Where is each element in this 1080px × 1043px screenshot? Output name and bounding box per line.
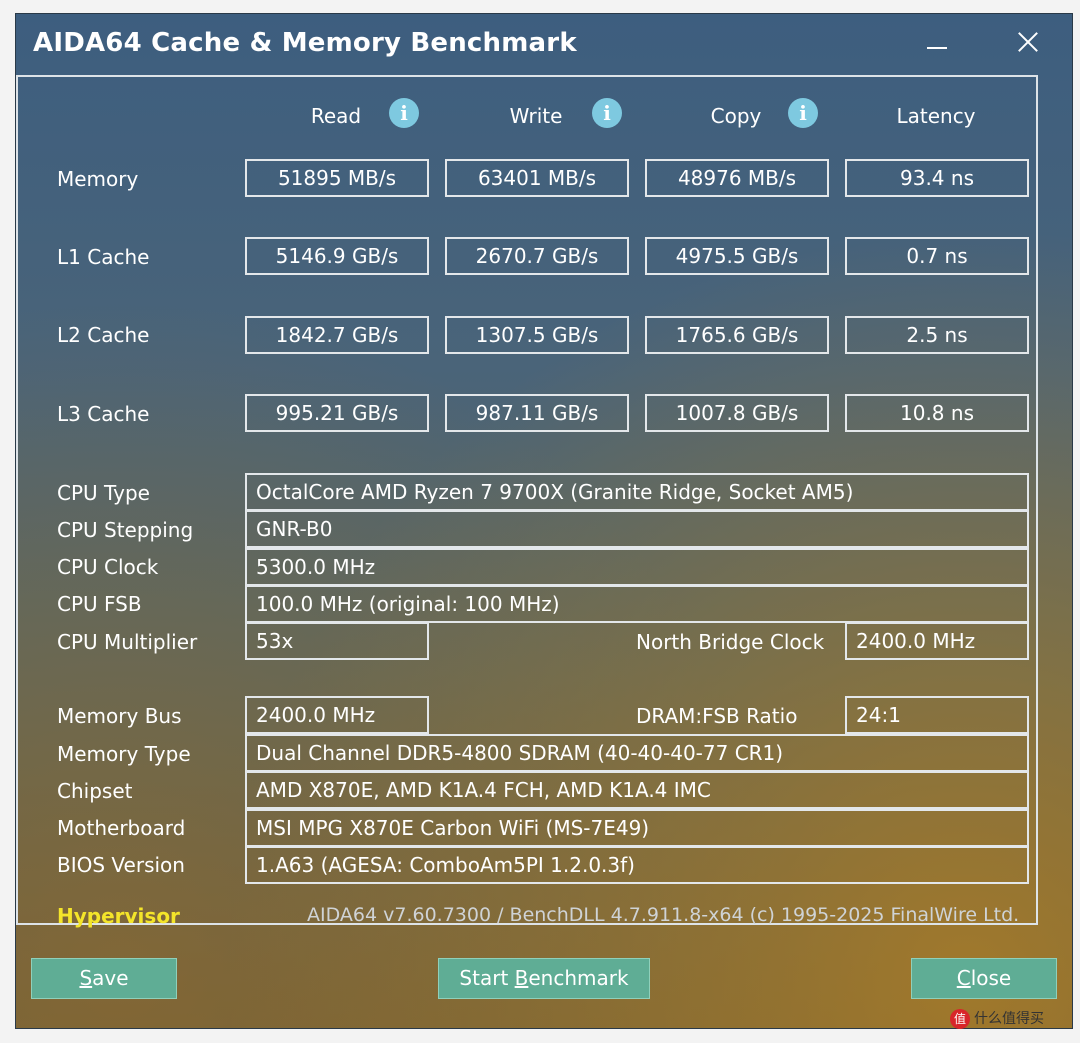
l2-copy-value: 1765.6 GB/s [645,316,829,354]
info-icon[interactable]: i [592,98,622,128]
memory-bus-value: 2400.0 MHz [245,696,429,734]
memory-copy-value: 48976 MB/s [645,159,829,197]
l1-latency-value: 0.7 ns [845,237,1029,275]
memory-latency-value: 93.4 ns [845,159,1029,197]
dram-fsb-ratio-label: DRAM:FSB Ratio [636,704,798,728]
close-hotkey: C [956,966,971,990]
chipset-label: Chipset [57,779,133,803]
row-label-l3-cache: L3 Cache [57,402,150,426]
watermark: 值什么值得买 [950,1008,1044,1029]
memory-write-value: 63401 MB/s [445,159,629,197]
close-button[interactable]: Close [911,958,1057,999]
memory-read-value: 51895 MB/s [245,159,429,197]
l1-read-value: 5146.9 GB/s [245,237,429,275]
cpu-fsb-value: 100.0 MHz (original: 100 MHz) [245,585,1029,623]
start-label-prefix: Start [459,966,515,990]
cpu-fsb-label: CPU FSB [57,592,142,616]
bios-version-label: BIOS Version [57,853,185,877]
row-label-memory: Memory [57,167,139,191]
north-bridge-clock-label: North Bridge Clock [636,630,825,654]
l3-read-value: 995.21 GB/s [245,394,429,432]
motherboard-value: MSI MPG X870E Carbon WiFi (MS-7E49) [245,809,1029,847]
north-bridge-clock-value: 2400.0 MHz [845,622,1029,660]
l2-latency-value: 2.5 ns [845,316,1029,354]
save-hotkey: S [79,966,93,990]
dram-fsb-ratio-value: 24:1 [845,696,1029,734]
column-header-latency: Latency [896,104,976,128]
cpu-stepping-value: GNR-B0 [245,510,1029,548]
l2-write-value: 1307.5 GB/s [445,316,629,354]
cpu-clock-value: 5300.0 MHz [245,548,1029,586]
watermark-text: 什么值得买 [974,1011,1044,1027]
l3-copy-value: 1007.8 GB/s [645,394,829,432]
cpu-multiplier-label: CPU Multiplier [57,630,198,654]
start-benchmark-button[interactable]: Start Benchmark [438,958,650,999]
cpu-type-label: CPU Type [57,481,150,505]
hypervisor-label: Hypervisor [57,904,180,928]
close-icon[interactable] [1008,22,1048,62]
watermark-logo: 值 [950,1009,970,1029]
start-label: enchmark [528,966,629,990]
chipset-value: AMD X870E, AMD K1A.4 FCH, AMD K1A.4 IMC [245,771,1029,809]
motherboard-label: Motherboard [57,816,186,840]
memory-type-value: Dual Channel DDR5-4800 SDRAM (40-40-40-7… [245,734,1029,772]
memory-type-label: Memory Type [57,742,191,766]
cpu-clock-label: CPU Clock [57,555,159,579]
bios-version-value: 1.A63 (AGESA: ComboAm5PI 1.2.0.3f) [245,846,1029,884]
save-button[interactable]: Save [31,958,177,999]
info-icon[interactable]: i [389,98,419,128]
l1-write-value: 2670.7 GB/s [445,237,629,275]
info-icon[interactable]: i [788,98,818,128]
row-label-l2-cache: L2 Cache [57,323,150,347]
memory-bus-label: Memory Bus [57,704,182,728]
save-label: ave [92,966,129,990]
close-label: lose [970,966,1012,990]
row-label-l1-cache: L1 Cache [57,245,150,269]
version-text: AIDA64 v7.60.7300 / BenchDLL 4.7.911.8-x… [307,904,1020,926]
cpu-type-value: OctalCore AMD Ryzen 7 9700X (Granite Rid… [245,473,1029,511]
l1-copy-value: 4975.5 GB/s [645,237,829,275]
start-hotkey: B [514,966,529,990]
cpu-multiplier-value: 53x [245,622,429,660]
l3-write-value: 987.11 GB/s [445,394,629,432]
l3-latency-value: 10.8 ns [845,394,1029,432]
window-title: AIDA64 Cache & Memory Benchmark [33,28,577,58]
minimize-icon[interactable] [916,22,956,62]
l2-read-value: 1842.7 GB/s [245,316,429,354]
cpu-stepping-label: CPU Stepping [57,518,194,542]
